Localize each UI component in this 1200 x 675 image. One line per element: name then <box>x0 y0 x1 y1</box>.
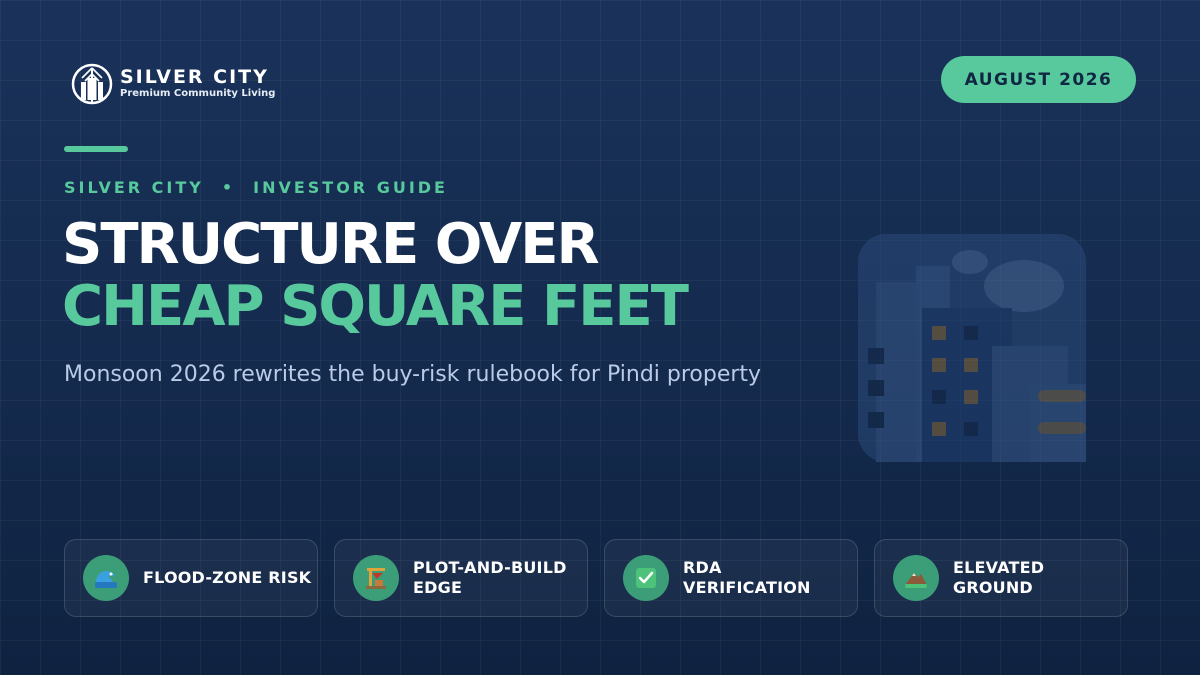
feature-card-label: FLOOD-ZONE RISK <box>143 568 312 587</box>
eyebrow-brand: SILVER CITY <box>64 177 204 197</box>
construction-crane-icon <box>353 555 399 601</box>
feature-cards: FLOOD-ZONE RISK PLOT-AND-BUILD EDGE RDA … <box>64 539 1128 617</box>
page-title: STRUCTURE OVER CHEAP SQUARE FEET <box>62 212 689 339</box>
brand-name: SILVER CITY <box>120 66 269 88</box>
feature-card-label: RDA VERIFICATION <box>683 558 811 597</box>
brand-tagline: Premium Community Living <box>120 88 276 99</box>
headline-line-1: STRUCTURE OVER <box>62 212 600 277</box>
silver-city-logo-icon <box>71 63 113 105</box>
feature-card-label: ELEVATED GROUND <box>953 558 1045 597</box>
feature-card-elevated-ground[interactable]: ELEVATED GROUND <box>874 539 1128 617</box>
hill-icon <box>893 555 939 601</box>
checkmark-icon <box>623 555 669 601</box>
city-buildings-icon <box>858 234 1086 462</box>
accent-divider <box>64 146 128 152</box>
feature-card-rda-verification[interactable]: RDA VERIFICATION <box>604 539 858 617</box>
headline-line-2: CHEAP SQUARE FEET <box>62 274 689 339</box>
feature-card-flood-zone-risk[interactable]: FLOOD-ZONE RISK <box>64 539 318 617</box>
date-badge: AUGUST 2026 <box>941 56 1136 103</box>
subtitle: Monsoon 2026 rewrites the buy-risk ruleb… <box>64 362 762 387</box>
flood-wave-icon <box>83 555 129 601</box>
eyebrow-separator: • <box>221 177 236 197</box>
feature-card-label: PLOT-AND-BUILD EDGE <box>413 558 567 597</box>
brand-logo[interactable]: SILVER CITY Premium Community Living <box>70 62 275 106</box>
feature-card-plot-and-build-edge[interactable]: PLOT-AND-BUILD EDGE <box>334 539 588 617</box>
eyebrow-label: SILVER CITY • INVESTOR GUIDE <box>64 176 448 198</box>
eyebrow-category: INVESTOR GUIDE <box>253 177 448 197</box>
